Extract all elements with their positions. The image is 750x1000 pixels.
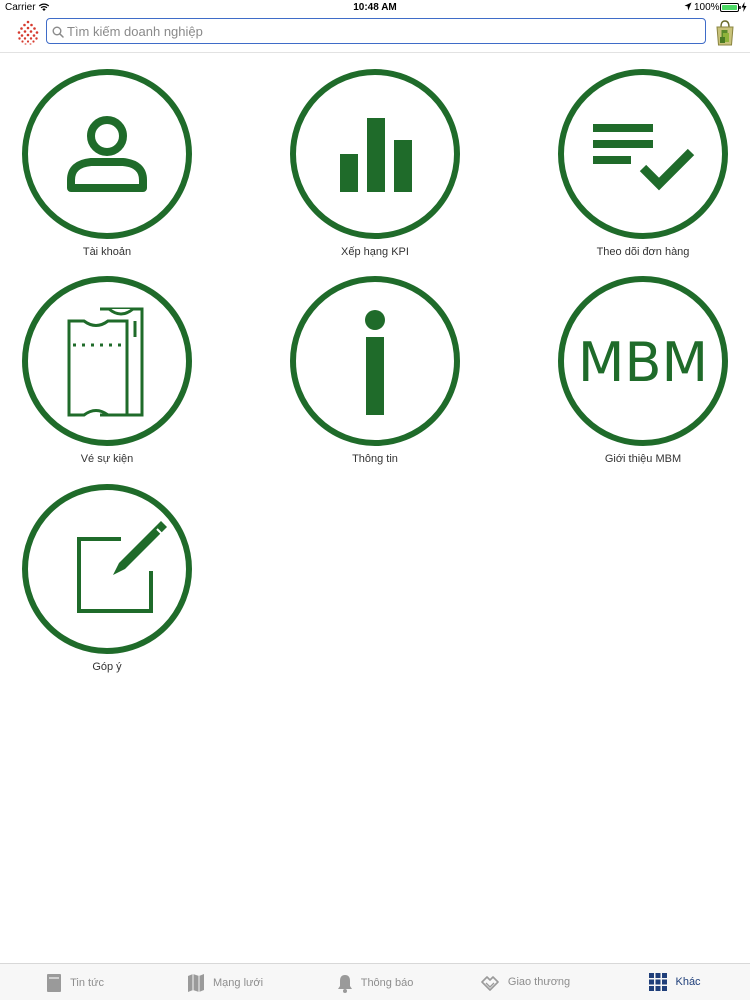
map-icon [187,974,204,992]
tile-kpi-ranking[interactable]: Xếp hạng KPI [275,68,475,260]
status-bar: Carrier 10:48 AM 100% [0,0,750,14]
tile-label: Góp ý [92,661,122,673]
bottom-tab-bar: Tin tức Mạng lưới Thông báo Giao thương … [0,963,750,1000]
shopping-basket-icon [716,20,734,46]
location-arrow-icon [684,2,692,14]
app-screen: Carrier 10:48 AM 100% Tìm kiếm doanh ngh… [0,0,750,1000]
tab-more[interactable]: Khác [600,964,750,1000]
user-icon [21,68,193,240]
tab-label: Mạng lưới [213,977,264,989]
bell-icon [337,975,352,993]
tab-trade[interactable]: Giao thương [450,964,600,1000]
search-icon [52,25,64,43]
handshake-icon [481,976,499,991]
tile-event-tickets[interactable]: Vé sự kiện [7,275,207,467]
battery-percent: 100% [694,2,720,13]
mbm-logo-text: MBM [578,331,708,394]
tile-label: Xếp hạng KPI [341,246,409,258]
tile-label: Thông tin [352,453,398,465]
edit-icon [21,483,193,655]
tile-label: Giới thiệu MBM [604,453,682,465]
app-logo-icon[interactable] [15,19,41,47]
ticket-icon [21,275,193,447]
search-bar[interactable] [46,18,706,44]
checklist-icon [557,68,729,240]
tab-label: Giao thương [507,976,571,988]
bar-chart-icon [289,68,461,240]
tab-label: Khác [675,976,701,988]
shopping-basket-button[interactable] [714,19,736,47]
search-input[interactable] [67,21,697,41]
tab-label: Thông báo [360,977,414,989]
tile-about-mbm[interactable]: MBM Giới thiệu MBM [543,275,743,467]
tab-news[interactable]: Tin tức [0,964,150,1000]
mbm-logo-icon: MBM [557,275,729,447]
info-icon [289,275,461,447]
tab-label: Tin tức [70,977,104,989]
tab-notifications[interactable]: Thông báo [300,964,450,1000]
app-header [0,14,750,53]
tab-network[interactable]: Mạng lưới [150,964,300,1000]
news-icon [47,974,62,992]
tile-account[interactable]: Tài khoản [7,68,207,260]
clock: 10:48 AM [353,2,397,13]
grid-icon [649,973,668,991]
tile-feedback[interactable]: Góp ý [7,483,207,675]
tile-label: Tài khoản [82,246,132,258]
tile-order-tracking[interactable]: Theo dõi đơn hàng [543,68,743,260]
tile-information[interactable]: Thông tin [275,275,475,467]
tile-label: Vé sự kiện [80,453,134,465]
tile-label: Theo dõi đơn hàng [596,246,690,258]
